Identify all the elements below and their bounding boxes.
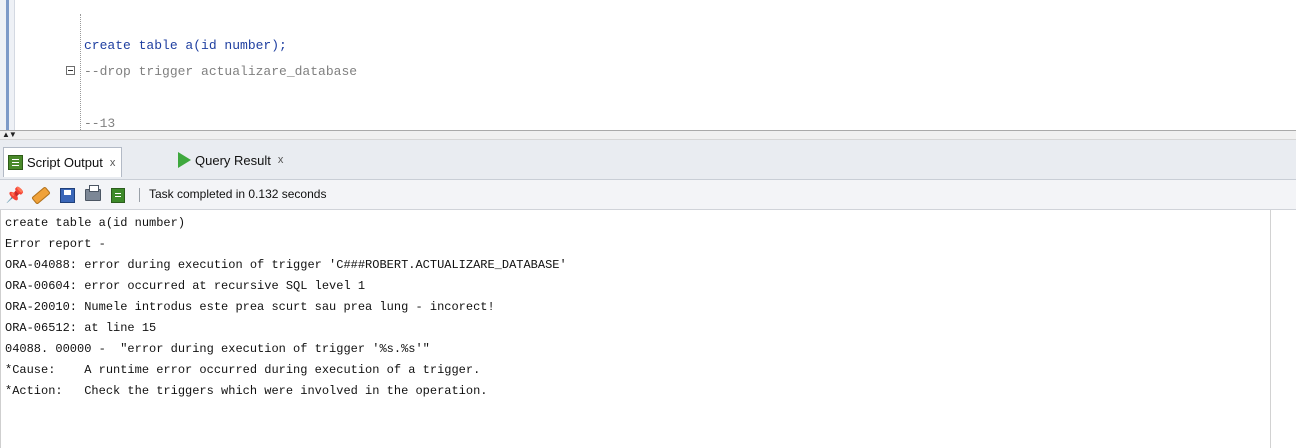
output-toolbar: 📌 Task completed in 0.132 seconds bbox=[0, 180, 1296, 210]
script-output-area[interactable]: create table a(id number) Error report -… bbox=[0, 210, 1270, 448]
output-line: 04088. 00000 - "error during execution o… bbox=[5, 342, 430, 356]
print-button[interactable] bbox=[83, 185, 103, 205]
output-line: *Action: Check the triggers which were i… bbox=[5, 384, 488, 398]
output-line: ORA-00604: error occurred at recursive S… bbox=[5, 279, 366, 293]
run-icon bbox=[178, 152, 191, 168]
output-tabs: Script Output x Query Result x bbox=[0, 140, 1296, 180]
tab-close-icon[interactable]: x bbox=[110, 157, 116, 169]
output-scrollbar[interactable] bbox=[1270, 210, 1296, 448]
script-output-icon bbox=[8, 155, 23, 170]
output-line: *Cause: A runtime error occurred during … bbox=[5, 363, 481, 377]
tab-query-result[interactable]: Query Result x bbox=[174, 146, 289, 174]
output-line: ORA-06512: at line 15 bbox=[5, 321, 157, 335]
load-button[interactable] bbox=[108, 185, 128, 205]
tab-label: Query Result bbox=[195, 152, 271, 168]
load-icon bbox=[111, 187, 125, 203]
output-line: ORA-04088: error during execution of tri… bbox=[5, 258, 567, 272]
output-line: Error report - bbox=[5, 237, 106, 251]
print-icon bbox=[85, 185, 101, 201]
pin-icon: 📌 bbox=[5, 187, 25, 204]
fold-collapse-icon[interactable] bbox=[66, 66, 75, 75]
fold-guide bbox=[80, 14, 81, 130]
eraser-icon bbox=[31, 185, 51, 205]
gutter-bar bbox=[6, 0, 9, 130]
panel-splitter[interactable]: ▲▼ bbox=[0, 130, 1296, 140]
code-line-2[interactable]: --drop trigger actualizare_database bbox=[84, 64, 357, 80]
pin-button[interactable]: 📌 bbox=[5, 185, 25, 205]
code-line-1[interactable]: create table a(id number); bbox=[84, 38, 287, 54]
task-status: Task completed in 0.132 seconds bbox=[149, 187, 327, 201]
toolbar-separator bbox=[139, 188, 140, 202]
splitter-arrows-icon[interactable]: ▲▼ bbox=[2, 130, 17, 140]
clear-button[interactable] bbox=[31, 185, 51, 205]
save-button[interactable] bbox=[57, 185, 77, 205]
output-line: ORA-20010: Numele introdus este prea scu… bbox=[5, 300, 495, 314]
code-line-4[interactable]: --13 bbox=[84, 116, 115, 130]
sql-editor[interactable]: create table a(id number); --drop trigge… bbox=[0, 0, 1296, 130]
tab-script-output[interactable]: Script Output x bbox=[3, 147, 123, 177]
output-line: create table a(id number) bbox=[5, 216, 186, 230]
tab-label: Script Output bbox=[27, 155, 103, 170]
save-icon bbox=[59, 187, 75, 203]
editor-gutter bbox=[0, 0, 15, 130]
tab-close-icon[interactable]: x bbox=[278, 154, 284, 166]
